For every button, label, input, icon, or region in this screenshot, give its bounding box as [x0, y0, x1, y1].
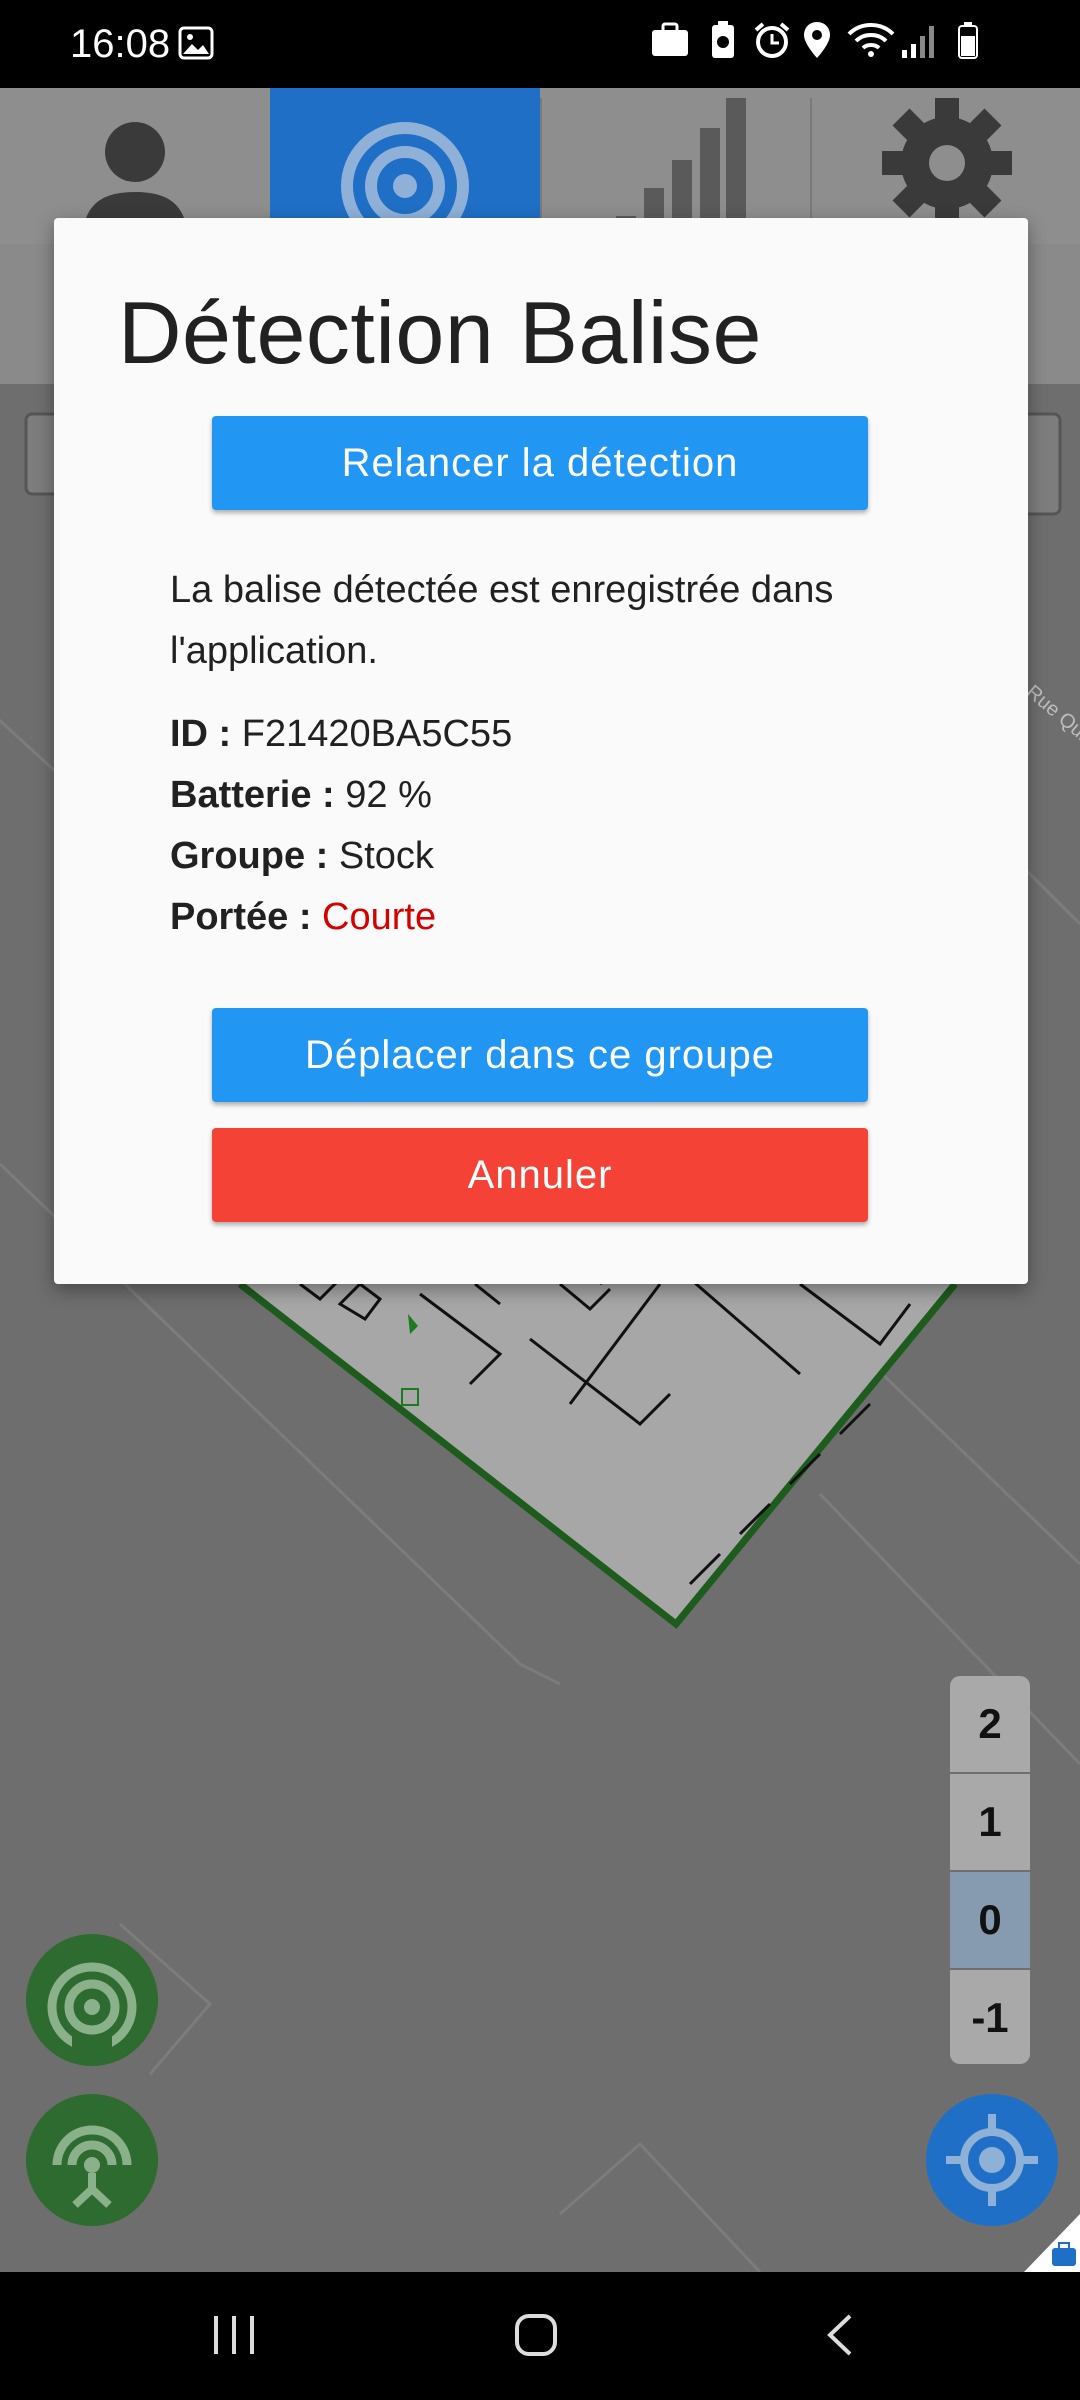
- alarm-icon: [754, 22, 790, 58]
- battery-row: Batterie : 92 %: [170, 765, 512, 826]
- crosshair-icon: [946, 2114, 1038, 2206]
- work-profile-badge-icon: [1024, 2214, 1080, 2272]
- street-label: Rue Qui: [1022, 681, 1080, 745]
- beacon-detection-dialog: Détection Balise Relancer la détection L…: [54, 218, 1028, 1284]
- gallery-icon: [178, 26, 214, 65]
- group-value: Stock: [338, 835, 434, 877]
- locate-me-button[interactable]: [926, 2094, 1058, 2226]
- wifi-icon: [847, 23, 895, 57]
- range-value: Courte: [322, 896, 437, 938]
- beacon-icon: [47, 1962, 137, 2055]
- system-nav-bar: [0, 2272, 1080, 2400]
- status-time: 16:08: [70, 22, 171, 66]
- floor-selector: 2 1 0 -1: [950, 1676, 1030, 2064]
- floor-plan: [237, 1242, 958, 1629]
- battery-icon: [958, 22, 978, 59]
- status-icons: [650, 20, 1080, 68]
- field-label: ID :: [170, 713, 232, 755]
- relaunch-detection-button[interactable]: Relancer la détection: [212, 416, 868, 510]
- status-bar: 16:08: [0, 0, 1080, 88]
- beacon-scan-button[interactable]: [26, 1934, 158, 2066]
- field-label: Portée :: [170, 896, 312, 938]
- gear-icon: [882, 98, 1012, 228]
- back-icon[interactable]: [822, 2312, 858, 2358]
- floor-button-0[interactable]: 0: [950, 1872, 1030, 1970]
- beacon-id-value: F21420BA5C55: [241, 713, 513, 755]
- floor-button-1[interactable]: 1: [950, 1774, 1030, 1872]
- cancel-button[interactable]: Annuler: [212, 1128, 868, 1222]
- field-label: Groupe :: [170, 835, 329, 877]
- beacon-info: ID : F21420BA5C55 Batterie : 92 % Groupe…: [170, 704, 512, 948]
- dialog-title: Détection Balise: [118, 283, 762, 382]
- cell-signal-icon: [902, 26, 934, 58]
- antenna-button[interactable]: [26, 2094, 158, 2226]
- group-row: Groupe : Stock: [170, 826, 512, 887]
- location-icon: [804, 22, 830, 58]
- floor-button-minus-1[interactable]: -1: [950, 1970, 1030, 2064]
- floor-button-2[interactable]: 2: [950, 1676, 1030, 1774]
- antenna-icon: [52, 2125, 132, 2208]
- recent-apps-icon[interactable]: [212, 2312, 256, 2358]
- beacon-id-row: ID : F21420BA5C55: [170, 704, 512, 765]
- battery-value: 92 %: [345, 774, 432, 816]
- range-row: Portée : Courte: [170, 887, 512, 948]
- move-to-group-button[interactable]: Déplacer dans ce groupe: [212, 1008, 868, 1102]
- battery-saver-icon: [712, 21, 734, 58]
- home-icon[interactable]: [514, 2312, 558, 2358]
- dialog-message: La balise détectée est enregistrée dans …: [170, 569, 834, 672]
- briefcase-icon: [652, 22, 688, 56]
- field-label: Batterie :: [170, 774, 335, 816]
